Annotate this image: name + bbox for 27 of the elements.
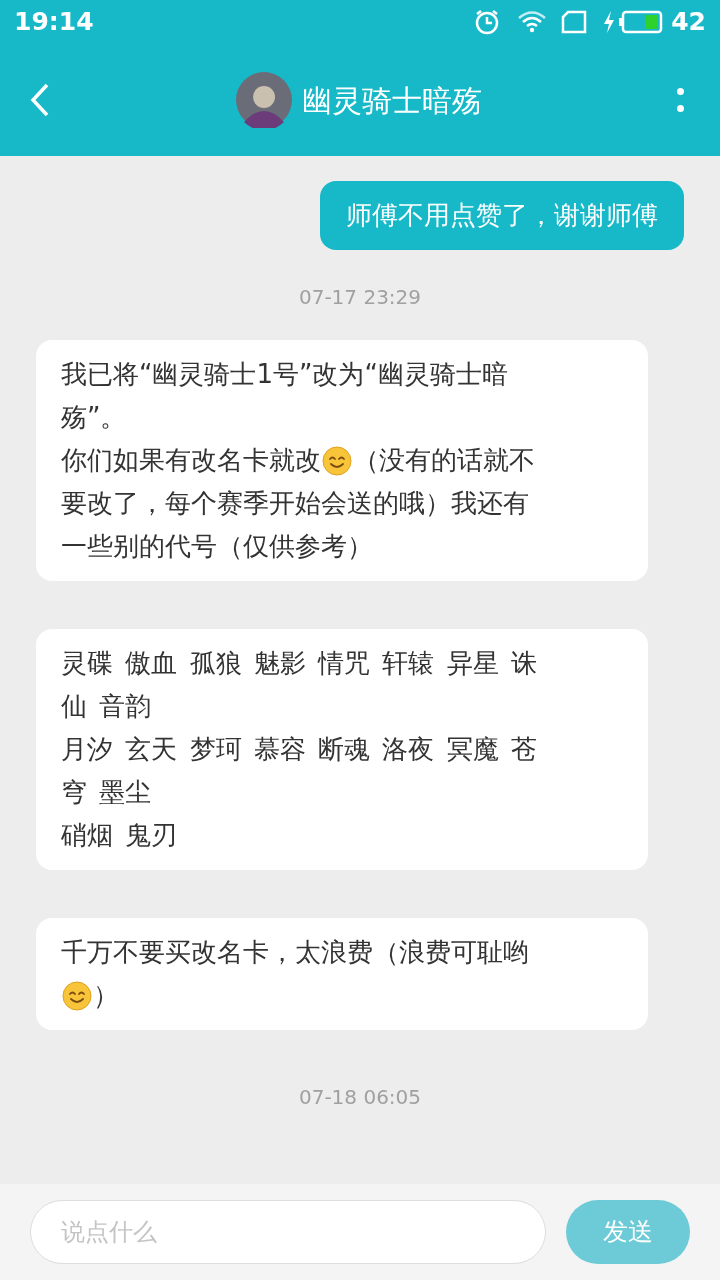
timestamp: 07-17 23:29	[298, 284, 422, 311]
message-text: 你们如果有改名卡就改	[61, 444, 321, 477]
smiley-icon	[322, 445, 352, 476]
battery-icon	[619, 10, 664, 34]
avatar	[236, 72, 292, 128]
message-text: ）	[93, 979, 119, 1012]
message-text: 千万不要买改名卡，太浪费（浪费可耻哟	[61, 936, 529, 969]
message-text: （没有的话就不	[353, 444, 535, 477]
battery-percentage: 42	[671, 6, 706, 39]
charging-icon	[603, 11, 616, 33]
message-text: 殇”。	[61, 401, 127, 434]
status-time: 19:14	[14, 6, 94, 39]
chat-title: 幽灵骑士暗殇	[302, 81, 482, 120]
message-text: 仙 音韵	[61, 690, 152, 723]
message-text: 师傅不用点赞了，谢谢师傅	[346, 199, 658, 232]
message-text: 硝烟 鬼刃	[61, 819, 178, 852]
smiley-icon	[62, 980, 92, 1011]
timestamp: 07-18 06:05	[298, 1084, 422, 1111]
wifi-icon	[517, 10, 548, 34]
message-text: 我已将“幽灵骑士1号”改为“幽灵骑士暗	[61, 358, 508, 391]
message-text: 一些别的代号（仅供参考）	[61, 530, 373, 563]
message-text: 穹 墨尘	[61, 776, 152, 809]
message-text: 要改了，每个赛季开始会送的哦）我还有	[61, 487, 529, 520]
message-text: 月汐 玄天 梦珂 慕容 断魂 洛夜 冥魔 苍	[61, 733, 537, 766]
message-input-field[interactable]: 说点什么	[30, 1200, 546, 1264]
sim-card-icon	[561, 10, 588, 34]
message-text: 灵碟 傲血 孤狼 魅影 情咒 轩辕 异星 诛	[61, 647, 537, 680]
